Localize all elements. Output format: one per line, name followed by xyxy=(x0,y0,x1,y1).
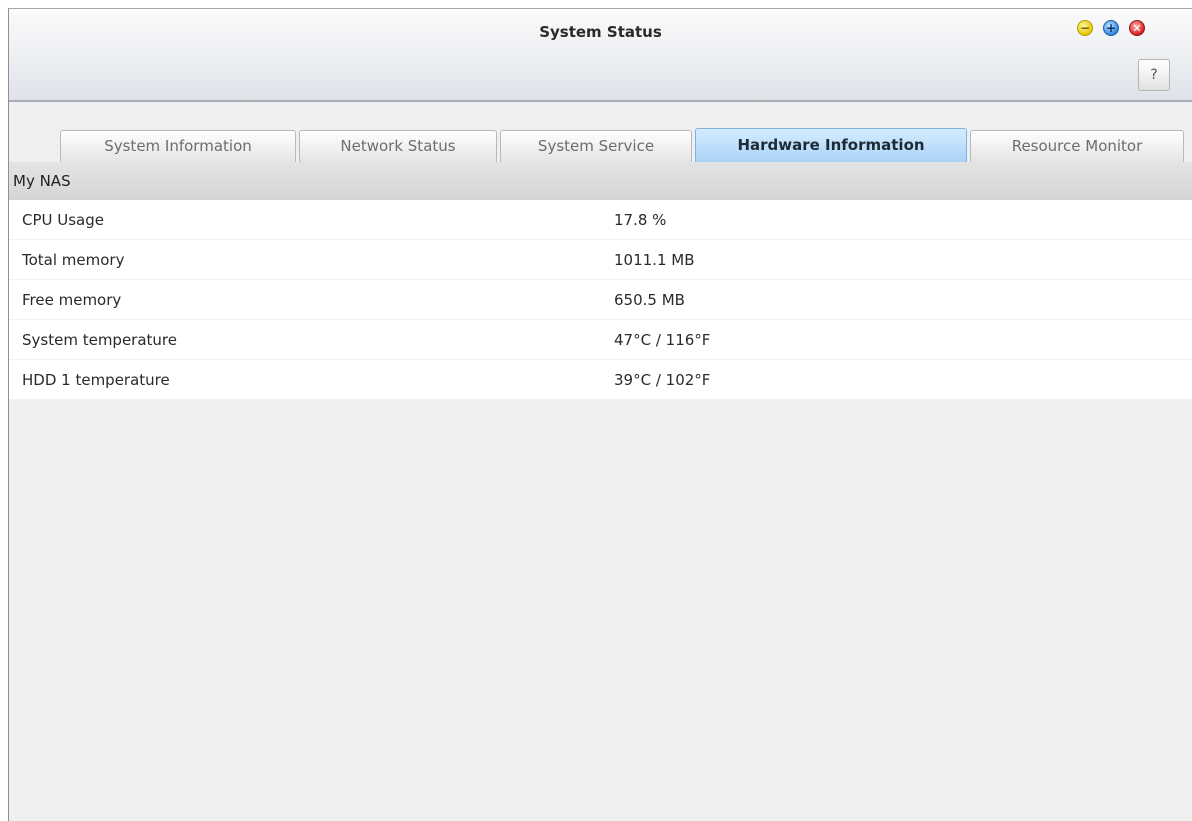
row-value: 17.8 % xyxy=(614,211,667,229)
help-button[interactable]: ? xyxy=(1138,59,1170,91)
maximize-icon[interactable]: + xyxy=(1103,20,1119,36)
row-label: System temperature xyxy=(22,331,177,349)
close-icon[interactable]: ✕ xyxy=(1129,20,1145,36)
tab-resource-monitor[interactable]: Resource Monitor xyxy=(970,130,1184,162)
system-status-window: System Status − + ✕ ? System Information… xyxy=(8,8,1192,821)
title-bar[interactable]: System Status − + ✕ ? xyxy=(9,9,1192,102)
row-label: Free memory xyxy=(22,291,122,309)
table-row: Free memory 650.5 MB xyxy=(9,280,1192,320)
window-title: System Status xyxy=(539,23,662,41)
row-value: 47°C / 116°F xyxy=(614,331,711,349)
table-row: CPU Usage 17.8 % xyxy=(9,200,1192,240)
tab-system-information[interactable]: System Information xyxy=(60,130,296,162)
hardware-info-panel: My NAS CPU Usage 17.8 % Total memory 101… xyxy=(9,162,1192,821)
table-row: HDD 1 temperature 39°C / 102°F xyxy=(9,360,1192,400)
row-value: 1011.1 MB xyxy=(614,251,695,269)
row-value: 650.5 MB xyxy=(614,291,685,309)
tab-network-status[interactable]: Network Status xyxy=(299,130,497,162)
minimize-icon[interactable]: − xyxy=(1077,20,1093,36)
row-label: Total memory xyxy=(22,251,125,269)
tab-system-service[interactable]: System Service xyxy=(500,130,692,162)
row-label: CPU Usage xyxy=(22,211,105,229)
tab-hardware-information[interactable]: Hardware Information xyxy=(695,128,967,162)
row-value: 39°C / 102°F xyxy=(614,371,711,389)
table-row: Total memory 1011.1 MB xyxy=(9,240,1192,280)
table-row: System temperature 47°C / 116°F xyxy=(9,320,1192,360)
section-header: My NAS xyxy=(9,162,1192,200)
tab-bar: System Information Network Status System… xyxy=(9,128,1192,162)
row-label: HDD 1 temperature xyxy=(22,371,170,389)
